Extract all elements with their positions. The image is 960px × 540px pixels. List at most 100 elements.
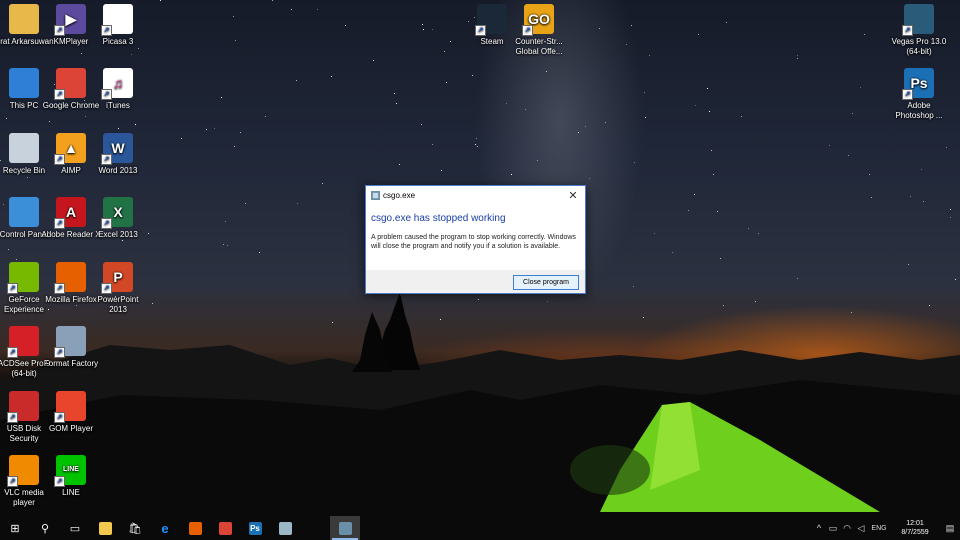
icon-glyph: W: [111, 140, 125, 156]
taskbar-store[interactable]: 🛍: [120, 516, 150, 540]
desktop-icon-label: Adobe Photoshop ...: [895, 101, 943, 120]
shortcut-arrow-icon: ↗: [101, 154, 112, 165]
language-indicator[interactable]: ENG: [868, 525, 890, 532]
desktop-icon-label: PowerPoint 2013: [97, 295, 139, 314]
store-icon: 🛍: [128, 522, 142, 535]
desktop-icon-format-factory[interactable]: ↗ Format Factory: [41, 322, 101, 369]
desktop-icon-label: Format Factory: [43, 359, 99, 368]
taskbar-chrome[interactable]: [210, 516, 240, 540]
aimp-icon: ▲ ↗: [54, 133, 86, 165]
shortcut-arrow-icon: ↗: [54, 347, 65, 358]
error-dialog: csgo.exe ✕ csgo.exe has stopped working …: [365, 185, 586, 294]
firefox-icon: [188, 521, 202, 535]
vlc-icon: ↗: [7, 455, 39, 487]
taskbar-csgo[interactable]: [330, 516, 360, 540]
icon-glyph: X: [113, 204, 123, 220]
dialog-titlebar[interactable]: csgo.exe ✕: [366, 186, 585, 206]
desktop-icon-itunes[interactable]: ♫ ↗ iTunes: [88, 64, 148, 111]
shortcut-arrow-icon: ↗: [7, 412, 18, 423]
shortcut-arrow-icon: ↗: [101, 25, 112, 36]
desktop-icon-picasa[interactable]: ↗ Picasa 3: [88, 0, 148, 47]
powerpoint-icon: P ↗: [101, 262, 133, 294]
vegas-pro-icon: ↗: [902, 4, 934, 36]
shortcut-arrow-icon: ↗: [902, 25, 913, 36]
shortcut-arrow-icon: ↗: [7, 283, 18, 294]
desktop-icon-photoshop[interactable]: Ps ↗ Adobe Photoshop ...: [889, 64, 949, 121]
itunes-icon: ♫ ↗: [101, 68, 133, 100]
desktop-icon-label: Excel 2013: [98, 230, 138, 239]
icon-glyph: GO: [528, 11, 550, 27]
taskbar-photoshop[interactable]: Ps: [240, 516, 270, 540]
chrome-icon: [218, 521, 232, 535]
gom-player-icon: ↗: [54, 391, 86, 423]
shortcut-arrow-icon: ↗: [101, 283, 112, 294]
desktop-icon-word[interactable]: W ↗ Word 2013: [88, 129, 148, 176]
action-center-icon[interactable]: ▤: [940, 523, 960, 534]
taskbar-start[interactable]: ⊞: [0, 516, 30, 540]
desktop-icon-label: Counter-Str... Global Offe...: [515, 37, 563, 56]
taskbar-internet-explorer[interactable]: e: [150, 516, 180, 540]
taskbar-firefox[interactable]: [180, 516, 210, 540]
computer-icon: [9, 68, 39, 98]
taskbar-app-7[interactable]: [300, 516, 330, 540]
kmplayer-icon: ▶ ↗: [54, 4, 86, 36]
wifi-icon[interactable]: ◠: [840, 523, 854, 534]
battery-icon[interactable]: ▭: [826, 523, 840, 534]
icon-glyph: A: [65, 204, 77, 220]
dialog-message: A problem caused the program to stop wor…: [371, 234, 576, 250]
user-folder-icon: [9, 4, 39, 34]
shortcut-arrow-icon: ↗: [101, 218, 112, 229]
steam-icon: ↗: [475, 4, 507, 36]
shortcut-arrow-icon: ↗: [902, 89, 913, 100]
search-icon: ⚲: [40, 522, 50, 535]
desktop-icon-excel[interactable]: X ↗ Excel 2013: [88, 193, 148, 240]
csgo-taskbar-icon: [338, 521, 352, 535]
shortcut-arrow-icon: ↗: [54, 283, 65, 294]
shortcut-arrow-icon: ↗: [7, 347, 18, 358]
csgo-icon: GO ↗: [522, 4, 554, 36]
taskbar-search[interactable]: ⚲: [30, 516, 60, 540]
folder-icon: [98, 521, 112, 535]
desktop-icon-label: LINE: [62, 488, 80, 497]
tray-chevron-icon[interactable]: ^: [812, 523, 826, 533]
shortcut-arrow-icon: ↗: [475, 25, 486, 36]
dialog-title: csgo.exe: [383, 191, 416, 200]
desktop-icon-csgo[interactable]: GO ↗ Counter-Str... Global Offe...: [509, 0, 569, 57]
desktop-icon-line[interactable]: LINE ↗ LINE: [41, 451, 101, 498]
recycle-bin-icon: [9, 133, 39, 163]
close-icon[interactable]: ✕: [567, 189, 579, 202]
icon-glyph: ▶: [65, 11, 77, 27]
firefox-icon: ↗: [54, 262, 86, 294]
taskbar-app-6[interactable]: [270, 516, 300, 540]
clock-date: 8/7/2559: [901, 529, 929, 536]
volume-icon[interactable]: ◁: [854, 523, 868, 534]
blank-app-icon: [308, 521, 322, 535]
format-factory-icon: ↗: [54, 326, 86, 358]
shortcut-arrow-icon: ↗: [54, 89, 65, 100]
dialog-heading: csgo.exe has stopped working: [371, 213, 506, 224]
shortcut-arrow-icon: ↗: [54, 218, 65, 229]
icon-glyph: P: [113, 269, 123, 285]
shortcut-arrow-icon: ↗: [7, 476, 18, 487]
shortcut-arrow-icon: ↗: [54, 412, 65, 423]
desktop-icon-label: GOM Player: [48, 424, 93, 433]
taskbar-file-explorer[interactable]: [90, 516, 120, 540]
icon-glyph: Ps: [910, 75, 928, 91]
task-view-icon: ▭: [69, 522, 81, 535]
icon-glyph: LINE: [63, 466, 79, 473]
desktop-icon-label: Vegas Pro 13.0 (64-bit): [891, 37, 947, 56]
adobe-reader-icon: A ↗: [54, 197, 86, 229]
desktop-icon-vegas-pro[interactable]: ↗ Vegas Pro 13.0 (64-bit): [889, 0, 949, 57]
usb-security-icon: ↗: [7, 391, 39, 423]
dialog-footer: Close program: [366, 270, 585, 293]
desktop-icon-powerpoint[interactable]: P ↗ PowerPoint 2013: [88, 258, 148, 315]
photoshop-icon: Ps: [248, 521, 262, 535]
desktop-icon-label: iTunes: [106, 101, 130, 110]
desktop-icon-gom-player[interactable]: ↗ GOM Player: [41, 387, 101, 434]
geforce-icon: ↗: [7, 262, 39, 294]
clock[interactable]: 12:01 8/7/2559: [890, 519, 940, 537]
chrome-icon: ↗: [54, 68, 86, 100]
close-program-button[interactable]: Close program: [513, 275, 579, 290]
taskbar-task-view[interactable]: ▭: [60, 516, 90, 540]
picasa-icon: ↗: [101, 4, 133, 36]
